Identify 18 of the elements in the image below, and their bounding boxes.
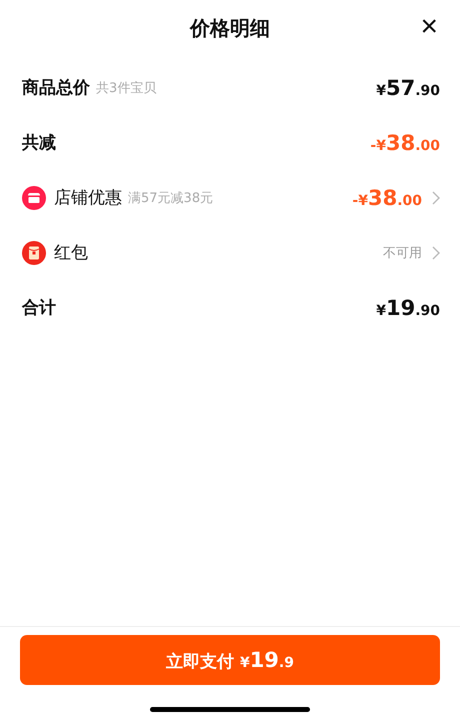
price-amount: -¥38.00 <box>370 130 440 154</box>
status-text: 不可用 <box>383 244 422 262</box>
close-button[interactable]: × <box>416 12 442 42</box>
price-amount: ¥57.90 <box>376 76 440 100</box>
row-note: 共3件宝贝 <box>96 80 156 96</box>
envelope-icon <box>22 240 46 264</box>
chevron-right-icon[interactable] <box>432 190 440 204</box>
row-label: 红包 <box>54 242 88 264</box>
price-amount: ¥19.90 <box>376 296 440 320</box>
sheet-title: 价格明细 <box>190 14 270 42</box>
shop-icon <box>22 186 46 210</box>
chevron-right-icon[interactable] <box>432 246 440 260</box>
row-label: 共减 <box>22 132 56 154</box>
row-label: 商品总价 <box>22 77 90 99</box>
row-note: 满57元减38元 <box>128 190 214 206</box>
row-label: 合计 <box>22 297 56 319</box>
row-label: 店铺优惠 <box>54 187 122 209</box>
price-amount: -¥38.00 <box>352 186 422 210</box>
